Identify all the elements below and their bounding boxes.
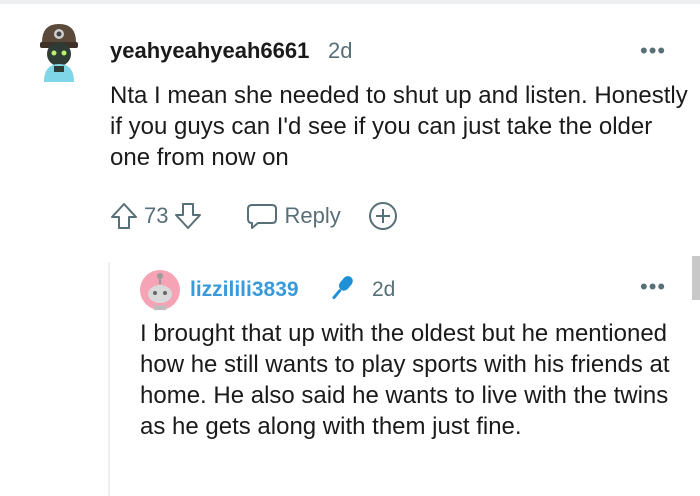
top-divider	[0, 0, 700, 4]
add-award-icon[interactable]	[367, 200, 399, 232]
reply-age[interactable]: 2d	[372, 278, 395, 302]
reply-button[interactable]: Reply	[246, 202, 341, 230]
reply-label: Reply	[284, 203, 341, 228]
upvote-icon[interactable]	[110, 202, 138, 230]
vote-score: 73	[144, 203, 169, 228]
more-options-button[interactable]: •••	[640, 40, 666, 62]
downvote-icon[interactable]	[174, 202, 202, 230]
comment-body: Nta I mean she needed to shut up and lis…	[110, 82, 688, 171]
reply-user-avatar[interactable]	[140, 270, 180, 310]
reply-body: I brought that up with the oldest but he…	[140, 320, 670, 440]
reply-bubble-icon	[247, 204, 278, 229]
comment-username[interactable]: yeahyeahyeah6661	[110, 38, 309, 64]
microphone-icon	[326, 272, 358, 304]
reply-username[interactable]: lizzilili3839	[190, 278, 299, 302]
thread-line[interactable]	[108, 262, 110, 496]
scrollbar[interactable]	[692, 256, 700, 300]
reply-more-options-button[interactable]: •••	[640, 276, 666, 298]
user-avatar[interactable]	[36, 20, 82, 82]
comment-age[interactable]: 2d	[328, 38, 352, 64]
comment-action-bar: 73 Reply	[110, 198, 399, 234]
